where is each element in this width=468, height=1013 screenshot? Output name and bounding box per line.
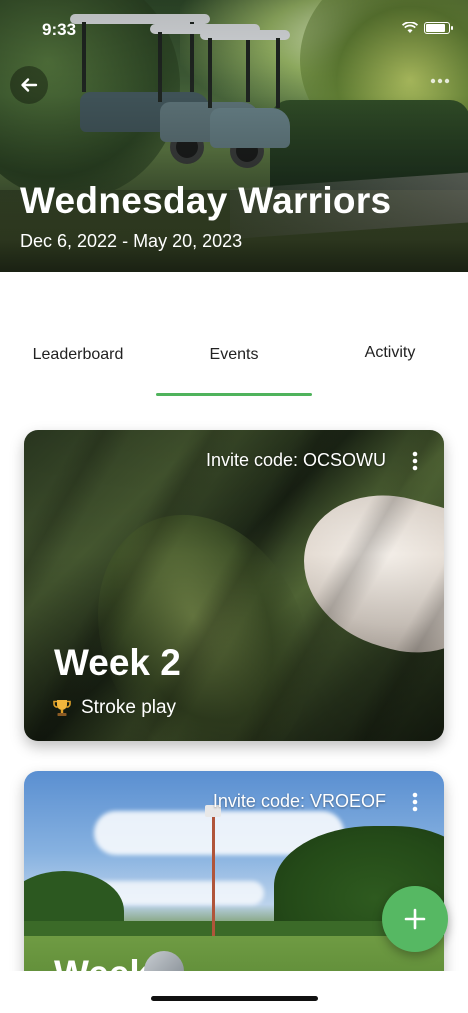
event-title: Week 2 xyxy=(54,642,181,683)
home-indicator[interactable] xyxy=(151,996,318,1001)
event-card[interactable]: Invite code: OCSOWU Week 2 Stroke play xyxy=(24,430,444,741)
tab-events[interactable]: Events xyxy=(156,346,312,364)
event-photo-overlay xyxy=(24,430,444,741)
back-button[interactable] xyxy=(10,66,48,104)
status-icons xyxy=(402,22,453,34)
invite-code: Invite code: OCSOWU xyxy=(205,450,386,470)
status-time: 9:33 xyxy=(42,20,77,39)
event-format: Stroke play xyxy=(52,697,176,719)
event-card[interactable]: Invite code: VROEOF Week 1 xyxy=(24,771,444,1001)
plus-icon xyxy=(404,908,426,930)
arrow-left-icon xyxy=(21,78,38,92)
trophy-icon xyxy=(53,700,71,716)
wifi-icon xyxy=(402,22,418,33)
event-photo-pole xyxy=(212,811,215,936)
battery-icon xyxy=(424,22,453,34)
league-header: 9:33 Wednesday Warriors Dec 6, 2022 - Ma… xyxy=(0,0,468,272)
league-dates: Dec 6, 2022 - May 20, 2023 xyxy=(20,231,243,251)
tab-leaderboard[interactable]: Leaderboard xyxy=(0,346,156,364)
active-tab-indicator xyxy=(156,393,312,396)
more-vertical-icon[interactable] xyxy=(408,791,422,813)
league-title: Wednesday Warriors xyxy=(20,180,392,221)
tab-bar: Leaderboard Events Activity xyxy=(0,330,468,396)
invite-code: Invite code: VROEOF xyxy=(212,791,386,811)
more-vertical-icon[interactable] xyxy=(408,450,422,472)
bottom-safe-area xyxy=(0,971,468,1013)
more-horizontal-icon[interactable] xyxy=(430,78,450,84)
add-event-button[interactable] xyxy=(382,886,448,952)
tab-activity[interactable]: Activity xyxy=(312,344,468,362)
event-format-label: Stroke play xyxy=(81,697,177,718)
